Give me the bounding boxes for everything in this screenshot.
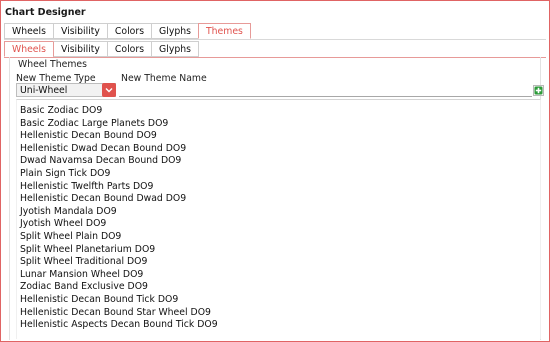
- subtab-colors[interactable]: Colors: [106, 41, 152, 57]
- inner-tab-strip: Wheels Visibility Colors Glyphs: [4, 41, 199, 57]
- theme-name-input[interactable]: [119, 84, 532, 97]
- tab-colors[interactable]: Colors: [106, 23, 152, 39]
- chevron-down-icon: [105, 88, 113, 93]
- theme-type-dropdown[interactable]: Uni-Wheel: [16, 83, 116, 97]
- theme-list-item[interactable]: Plain Sign Tick DO9: [20, 168, 110, 180]
- subtab-wheels[interactable]: Wheels: [4, 41, 53, 57]
- section-title: Wheel Themes: [18, 59, 87, 70]
- theme-list-item[interactable]: Hellenistic Decan Bound DO9: [20, 130, 157, 142]
- theme-list-item[interactable]: Hellenistic Decan Bound Dwad DO9: [20, 193, 186, 205]
- theme-list-item[interactable]: Basic Zodiac DO9: [20, 105, 102, 117]
- theme-type-value: Uni-Wheel: [20, 85, 68, 96]
- theme-list-item[interactable]: Hellenistic Decan Bound Tick DO9: [20, 294, 178, 306]
- themes-list[interactable]: Basic Zodiac DO9 Basic Zodiac Large Plane…: [16, 99, 541, 339]
- tab-themes[interactable]: Themes: [197, 23, 251, 39]
- theme-name-label: New Theme Name: [121, 73, 207, 84]
- add-theme-button[interactable]: [533, 85, 544, 96]
- add-icon: [534, 86, 543, 95]
- theme-list-item[interactable]: Zodiac Band Exclusive DO9: [20, 281, 148, 293]
- theme-list-item[interactable]: Jyotish Mandala DO9: [20, 206, 117, 218]
- window-title: Chart Designer: [5, 7, 86, 18]
- tab-glyphs[interactable]: Glyphs: [151, 23, 198, 39]
- theme-list-item[interactable]: Hellenistic Dwad Decan Bound DO9: [20, 143, 186, 155]
- tab-visibility[interactable]: Visibility: [52, 23, 107, 39]
- outer-tab-strip: Wheels Visibility Colors Glyphs Themes: [4, 23, 251, 39]
- theme-list-item[interactable]: Split Wheel Planetarium DO9: [20, 244, 155, 256]
- tab-wheels[interactable]: Wheels: [4, 23, 53, 39]
- subtab-visibility[interactable]: Visibility: [52, 41, 107, 57]
- theme-list-item[interactable]: Jyotish Wheel DO9: [20, 218, 106, 230]
- dropdown-toggle[interactable]: [102, 83, 116, 97]
- subtab-glyphs[interactable]: Glyphs: [151, 41, 199, 57]
- theme-list-item[interactable]: Hellenistic Twelfth Parts DO9: [20, 181, 153, 193]
- outer-tab-divider: [4, 39, 546, 40]
- theme-list-item[interactable]: Split Wheel Traditional DO9: [20, 256, 147, 268]
- chart-designer-window: Chart Designer Wheels Visibility Colors …: [0, 0, 550, 342]
- theme-list-item[interactable]: Dwad Navamsa Decan Bound DO9: [20, 155, 181, 167]
- theme-list-item[interactable]: Lunar Mansion Wheel DO9: [20, 269, 143, 281]
- theme-list-item[interactable]: Split Wheel Plain DO9: [20, 231, 121, 243]
- theme-list-item[interactable]: Hellenistic Decan Bound Star Wheel DO9: [20, 307, 211, 319]
- theme-list-item[interactable]: Hellenistic Aspects Decan Bound Tick DO9: [20, 319, 218, 331]
- theme-list-item[interactable]: Basic Zodiac Large Planets DO9: [20, 118, 168, 130]
